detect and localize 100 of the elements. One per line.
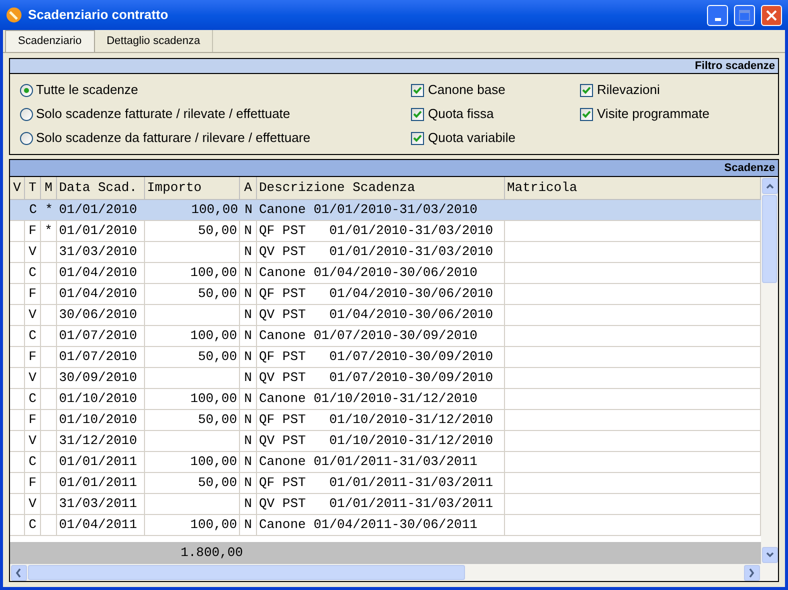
maximize-icon	[739, 10, 750, 20]
table-cell-text: N	[244, 453, 252, 472]
table-cell-text: 01/07/2010	[59, 327, 138, 346]
vertical-scrollbar[interactable]	[761, 177, 778, 564]
table-cell-text: 01/10/2010	[59, 411, 138, 430]
table-cell-text: F	[28, 474, 36, 492]
checkbox[interactable]	[580, 84, 593, 96]
table-cell-text: QF PST 01/10/2010-31/12/2010	[259, 411, 494, 430]
tab[interactable]: Dettaglio scadenza	[94, 30, 214, 52]
table-cell-text: QV PST 01/10/2010-31/12/2010	[259, 432, 494, 450]
table-row[interactable]: F 01/07/2010 50,00 N QF PST 01/07/2010-30/09/2010	[10, 347, 761, 368]
table-cell-text: 01/01/2011	[59, 453, 138, 472]
table-cell-text: 50,00	[198, 348, 237, 366]
table-row[interactable]: F 01/10/2010 50,00 N QF PST 01/10/2010-31/12/2010	[10, 410, 761, 431]
table-cell-text: V	[28, 306, 36, 324]
table-row[interactable]: V 30/06/2010 N QV PST 01/04/2010-30/06/2010	[10, 305, 761, 326]
table-cell-text: Canone 01/01/2011-31/03/2011	[259, 453, 478, 472]
table-cell-text: N	[244, 285, 252, 304]
table-row[interactable]: F 01/01/2011 50,00 N QF PST 01/01/2011-31/03/2011	[10, 473, 761, 494]
table-row[interactable]: C 01/07/2010 100,00 N Canone 01/07/2010-30/09/2010	[10, 326, 761, 347]
table-cell-text: N	[244, 474, 252, 492]
table-cell-text: 50,00	[198, 222, 237, 240]
table-row[interactable]: C 01/10/2010 100,00 N Canone 01/10/2010-31/12/2010	[10, 389, 761, 410]
scroll-arrow-button[interactable]	[11, 564, 27, 580]
maximize-button[interactable]	[734, 4, 755, 26]
table-cell-text: Canone 01/07/2010-30/09/2010	[259, 327, 478, 346]
column-header[interactable]: A	[240, 177, 257, 199]
table-cell-text: F	[28, 222, 36, 240]
table-cell-text: 01/01/2010	[59, 222, 138, 240]
table-cell-text: 01/04/2010	[59, 264, 138, 282]
table-cell-text: QF PST 01/07/2010-30/09/2010	[259, 348, 494, 366]
table-cell-text: 100,00	[191, 201, 238, 220]
table-cell-text: C	[28, 390, 36, 408]
table-row[interactable]: C 01/01/2011 100,00 N Canone 01/01/2011-31/03/2011	[10, 452, 761, 473]
table-cell-text: N	[244, 411, 252, 430]
table-row[interactable]: V 31/12/2010 N QV PST 01/10/2010-31/12/2010	[10, 431, 761, 452]
table-cell-text: 100,00	[190, 390, 237, 408]
scroll-arrow-button[interactable]	[744, 564, 760, 580]
table-cell-text: Canone 01/10/2010-31/12/2010	[259, 390, 478, 408]
app-icon	[6, 7, 22, 23]
scroll-arrow-button[interactable]	[762, 178, 778, 194]
table-cell-text: N	[244, 432, 252, 450]
tab[interactable]: Scadenziario	[5, 30, 95, 52]
checkbox-label: Rilevazioni	[597, 81, 660, 100]
table-row[interactable]: V 31/03/2010 N QV PST 01/01/2010-31/03/2010	[10, 242, 761, 263]
table-row[interactable]: C 01/04/2011 100,00 N Canone 01/04/2011-30/06/2011	[10, 515, 761, 536]
table-cell-text: 100,00	[190, 264, 237, 282]
scroll-thumb[interactable]	[762, 195, 777, 283]
table-cell-text: 01/01/2011	[59, 474, 138, 492]
checkbox-label: Canone base	[428, 81, 506, 100]
table-cell-text: *	[44, 222, 52, 240]
column-header[interactable]: Data Scad.	[57, 177, 145, 199]
radio-button[interactable]	[20, 132, 33, 144]
checkbox[interactable]	[411, 132, 424, 144]
table-cell-text: QV PST 01/01/2010-31/03/2010	[259, 243, 494, 262]
window-title: Scadenziario contratto	[28, 6, 170, 24]
checkbox-label: Visite programmate	[597, 105, 710, 124]
table-cell-text: N	[244, 222, 252, 240]
radio-label: Solo scadenze fatturate / rilevate / effettuate	[36, 105, 290, 124]
minimize-button[interactable]	[707, 4, 728, 26]
scroll-arrow-button[interactable]	[762, 547, 778, 563]
minimize-icon	[714, 18, 720, 20]
checkbox-label: Quota variabile	[428, 129, 516, 148]
radio-button[interactable]	[20, 108, 33, 120]
table-row[interactable]: F * 01/01/2010 50,00 N QF PST 01/01/2010-31/03/2010	[10, 221, 761, 242]
table-cell-text: F	[28, 285, 36, 304]
table-cell-text: 100,00	[190, 327, 237, 346]
table-cell-text: Canone 01/04/2011-30/06/2011	[259, 516, 478, 534]
table-row[interactable]: C 01/04/2010 100,00 N Canone 01/04/2010-30/06/2010	[10, 263, 761, 284]
column-header[interactable]: Importo	[145, 177, 240, 199]
table-cell-text: 30/09/2010	[59, 369, 138, 388]
radio-label: Solo scadenze da fatturare / rilevare / effettuare	[36, 129, 310, 148]
table-cell-text: 31/12/2010	[59, 432, 138, 450]
panel-title: Scadenze	[724, 160, 775, 176]
table-row[interactable]: C * 01/01/2010 100,00 N Canone 01/01/2010-31/03/2010	[10, 200, 761, 221]
table-cell-text: N	[244, 369, 252, 388]
table-cell-text: N	[244, 243, 252, 262]
table-cell-text: N	[244, 516, 252, 534]
column-header[interactable]: T	[25, 177, 41, 199]
table-cell-text: V	[28, 369, 36, 388]
table-row[interactable]: F 01/04/2010 50,00 N QF PST 01/04/2010-30/06/2010	[10, 284, 761, 305]
checkbox-label: Quota fissa	[428, 105, 494, 124]
checkbox[interactable]	[411, 84, 424, 96]
table-row[interactable]: V 30/09/2010 N QV PST 01/07/2010-30/09/2010	[10, 368, 761, 389]
column-header[interactable]: V	[10, 177, 25, 199]
table-cell-text: 01/07/2010	[59, 348, 138, 366]
column-header[interactable]: Descrizione Scadenza	[257, 177, 505, 199]
panel-title: Filtro scadenze	[694, 58, 775, 74]
scroll-thumb[interactable]	[28, 565, 465, 580]
table-cell-text: 01/04/2010	[59, 285, 138, 304]
checkbox[interactable]	[411, 108, 424, 120]
table-cell-text: V	[28, 495, 36, 514]
radio-button[interactable]	[20, 84, 33, 96]
table-cell-text: N	[244, 201, 252, 220]
column-header[interactable]: M	[41, 177, 57, 199]
table-row[interactable]: V 31/03/2011 N QV PST 01/01/2011-31/03/2011	[10, 494, 761, 515]
checkbox[interactable]	[580, 108, 593, 120]
table-cell-text: 50,00	[198, 474, 237, 492]
close-button[interactable]	[761, 4, 782, 26]
table-cell-text: N	[244, 306, 252, 324]
